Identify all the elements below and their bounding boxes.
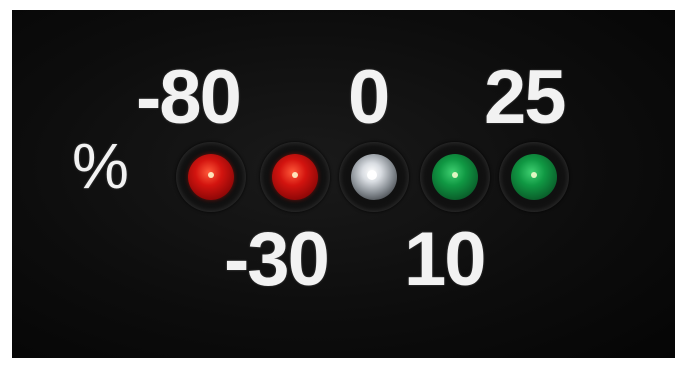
led-green-1-lens bbox=[432, 154, 478, 200]
led-red-1-lens bbox=[188, 154, 234, 200]
scale-label-25: 25 bbox=[484, 55, 567, 140]
led-green-1 bbox=[420, 142, 490, 212]
led-green-2-lens bbox=[511, 154, 557, 200]
percent-unit-label: % bbox=[72, 130, 129, 202]
scale-label-minus-30: -30 bbox=[224, 217, 330, 302]
scale-label-0: 0 bbox=[348, 55, 390, 140]
indicator-panel: -80 0 25 % -30 10 bbox=[12, 10, 675, 358]
led-white-center bbox=[339, 142, 409, 212]
led-red-1 bbox=[176, 142, 246, 212]
scale-label-10: 10 bbox=[404, 217, 487, 302]
led-white-center-lens bbox=[351, 154, 397, 200]
scale-label-minus-80: -80 bbox=[136, 55, 242, 140]
led-green-2 bbox=[499, 142, 569, 212]
led-red-2 bbox=[260, 142, 330, 212]
led-red-2-lens bbox=[272, 154, 318, 200]
